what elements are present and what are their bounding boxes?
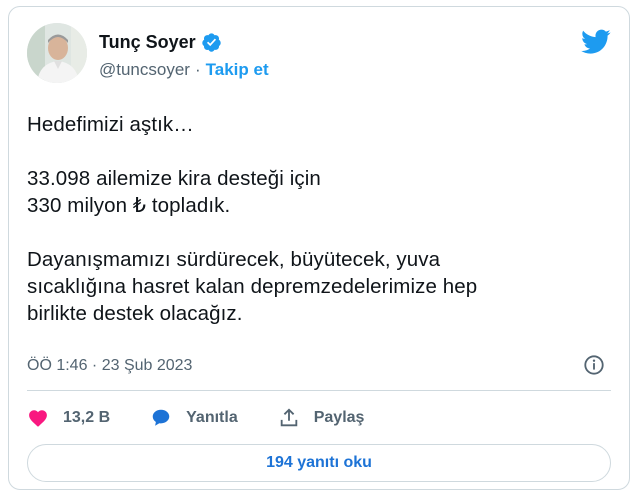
info-icon[interactable] xyxy=(583,354,605,376)
tweet-card: Tunç Soyer @tuncsoyer · Takip et Hedefim… xyxy=(8,6,630,490)
share-upload-icon xyxy=(280,408,297,427)
read-replies-button[interactable]: 194 yanıtı oku xyxy=(27,444,611,482)
verified-badge-icon xyxy=(202,33,221,52)
like-button[interactable]: 13,2 B xyxy=(27,407,110,429)
heart-icon xyxy=(29,410,47,427)
author-handle[interactable]: @tuncsoyer xyxy=(99,60,190,80)
share-button[interactable]: Paylaş xyxy=(278,407,365,429)
author-name[interactable]: Tunç Soyer xyxy=(99,32,196,53)
tweet-line: 33.098 ailemize kira desteği için xyxy=(27,167,321,190)
tweet-line: birlikte destek olacağız. xyxy=(27,302,243,325)
reply-bubble-icon xyxy=(152,409,170,426)
handle-row: @tuncsoyer · Takip et xyxy=(99,60,269,80)
follow-link[interactable]: Takip et xyxy=(206,60,269,80)
avatar[interactable] xyxy=(27,23,87,83)
reply-label: Yanıtla xyxy=(186,409,238,426)
tweet-paragraph: Dayanışmamızı sürdürecek, büyütecek, yuv… xyxy=(27,246,617,327)
twitter-bird-icon[interactable] xyxy=(581,29,611,55)
reply-button[interactable]: Yanıtla xyxy=(150,407,238,429)
divider xyxy=(27,390,611,391)
action-bar: 13,2 B Yanıtla Paylaş xyxy=(27,401,404,435)
author-name-row[interactable]: Tunç Soyer xyxy=(99,32,222,53)
tweet-paragraph: Hedefimizi aştık… xyxy=(27,111,617,138)
tweet-timestamp[interactable]: ÖÖ 1:46 · 23 Şub 2023 xyxy=(27,357,192,375)
tweet-paragraph: 33.098 ailemize kira desteği için 330 mi… xyxy=(27,165,617,219)
avatar-photo xyxy=(27,23,87,83)
separator-dot: · xyxy=(194,60,201,79)
tweet-line: 330 milyon ₺ topladık. xyxy=(27,194,231,217)
tweet-line: sıcaklığına hasret kalan depremzedelerim… xyxy=(27,275,478,298)
tweet-line: Dayanışmamızı sürdürecek, büyütecek, yuv… xyxy=(27,248,441,271)
tweet-line: Hedefimizi aştık… xyxy=(27,113,194,136)
share-label: Paylaş xyxy=(313,409,365,426)
like-count: 13,2 B xyxy=(63,409,111,426)
tweet-text: Hedefimizi aştık… 33.098 ailemize kira d… xyxy=(27,111,617,327)
